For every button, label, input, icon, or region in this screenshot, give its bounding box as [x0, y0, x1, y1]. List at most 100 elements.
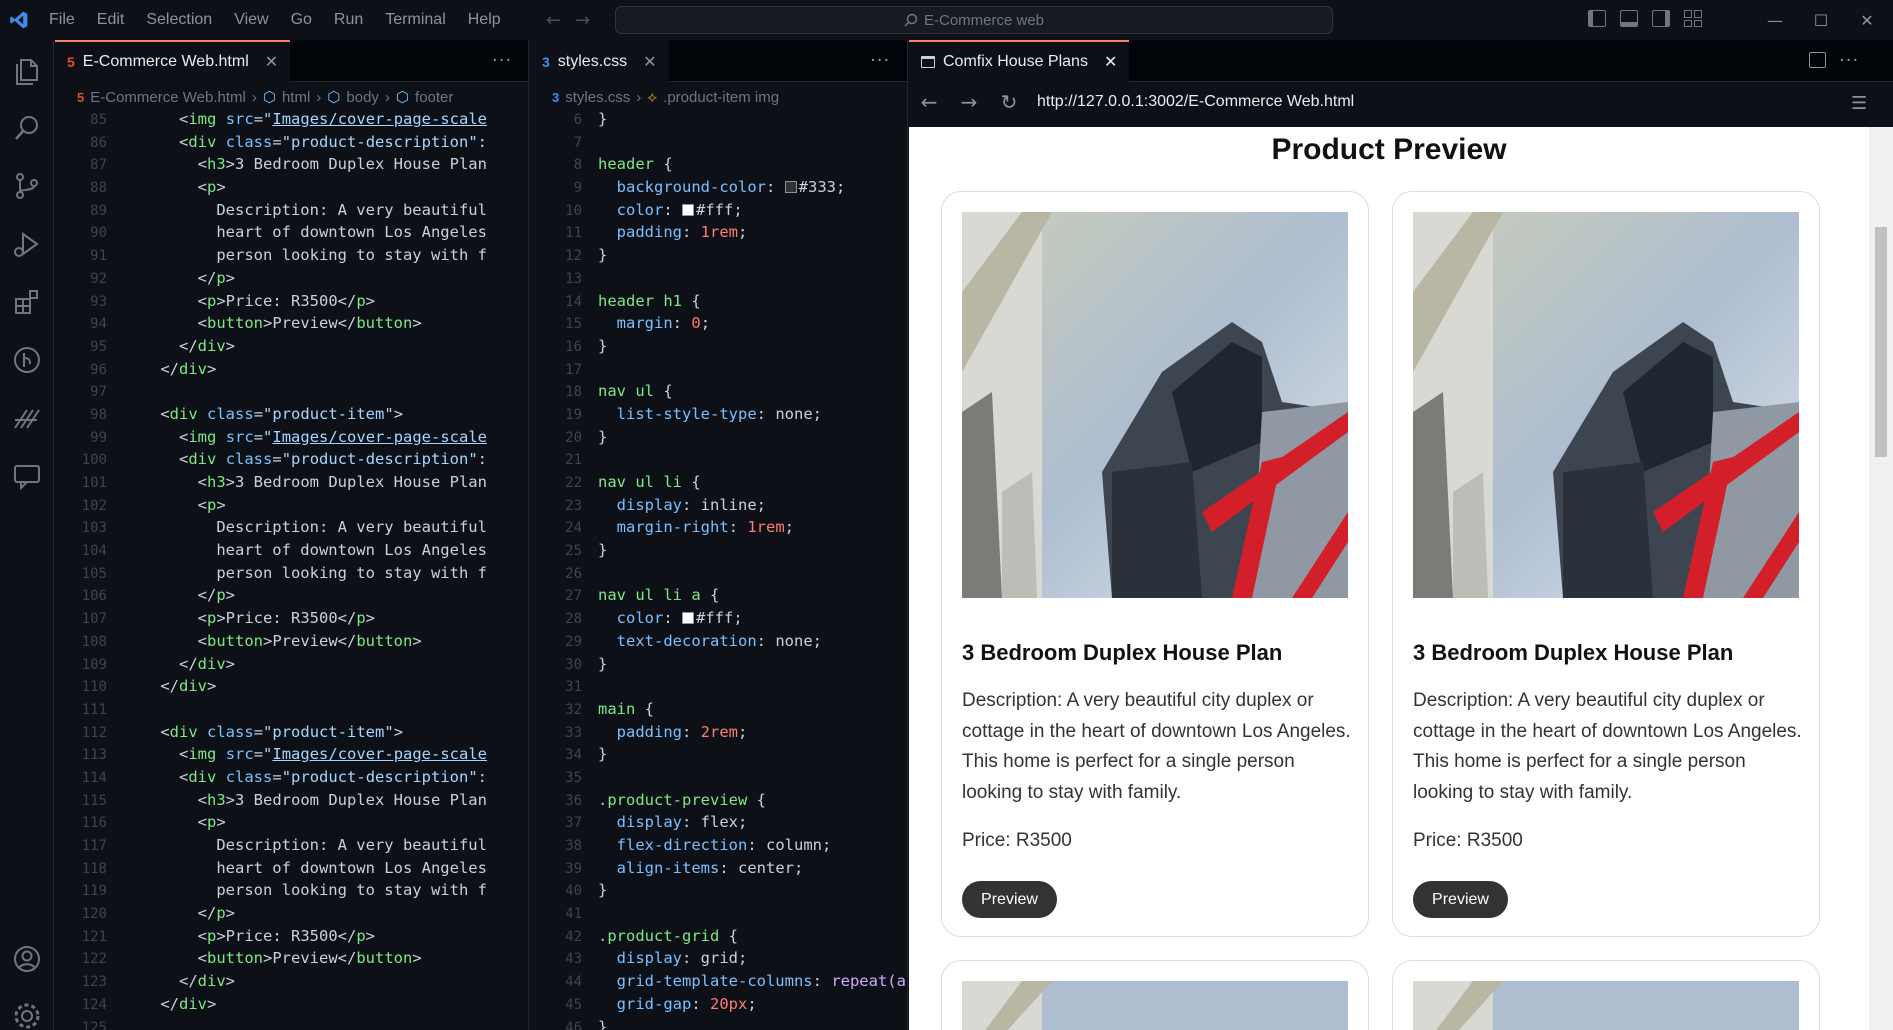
browser-back-icon[interactable]: ← — [909, 90, 949, 114]
line-number: 17 — [565, 361, 582, 378]
menu-file[interactable]: File — [38, 0, 86, 40]
git-graph-icon[interactable] — [11, 344, 43, 376]
menu-selection[interactable]: Selection — [135, 0, 223, 40]
source-control-icon[interactable] — [11, 170, 43, 202]
selector-icon: ⟡ — [647, 88, 658, 106]
breadcrumb-html[interactable]: html — [282, 89, 310, 106]
editor-tabs: Comfix House Plans ✕ ··· — [909, 40, 1893, 82]
browser-forward-icon[interactable]: → — [949, 90, 989, 114]
code-line: 116 <p> — [55, 811, 528, 834]
line-text: color: #fff; — [616, 200, 743, 219]
code-line: 37 display: flex; — [530, 811, 907, 834]
menu-run[interactable]: Run — [323, 0, 374, 40]
preview-button[interactable]: Preview — [1413, 881, 1508, 918]
close-tab-icon[interactable]: ✕ — [1104, 52, 1117, 72]
minimize-icon[interactable]: — — [1752, 11, 1798, 30]
account-icon[interactable] — [11, 943, 43, 975]
code-line: 91 person looking to stay with f — [55, 244, 528, 267]
forward-arrow-icon[interactable]: → — [575, 10, 590, 31]
toggle-panel-icon[interactable] — [1620, 10, 1638, 27]
element-icon: ⬡ — [327, 89, 341, 106]
code-line: 26 — [530, 562, 907, 585]
line-number: 42 — [565, 928, 582, 945]
code-line: 28 color: #fff; — [530, 607, 907, 630]
browser-viewport[interactable]: Product Preview 3 Bedroom Duplex House P… — [909, 127, 1869, 1030]
line-number: 46 — [565, 1019, 582, 1030]
tab-styles-css[interactable]: 3 styles.css ✕ — [530, 40, 669, 82]
code-line: 113 <img src="Images/cover-page-scale — [55, 743, 528, 766]
line-text: </div> — [179, 654, 236, 673]
line-number: 123 — [81, 974, 107, 991]
extensions-icon[interactable] — [11, 286, 43, 318]
line-text: Description: A very beautiful — [123, 836, 487, 854]
code-line: 10 color: #fff; — [530, 199, 907, 222]
browser-reload-icon[interactable]: ↻ — [989, 90, 1029, 114]
code-editor-html[interactable]: 85 <img src="Images/cover-page-scale 86 <… — [55, 108, 528, 1030]
split-editor-icon[interactable] — [1809, 52, 1826, 68]
tab-label: E-Commerce Web.html — [82, 53, 249, 70]
remote-explorer-icon[interactable] — [11, 460, 43, 492]
breadcrumb-file[interactable]: styles.css — [565, 89, 630, 106]
testing-icon[interactable] — [11, 402, 43, 434]
css-file-icon: 3 — [542, 54, 550, 70]
explorer-icon[interactable] — [11, 54, 43, 86]
css-file-icon: 3 — [552, 89, 560, 105]
url-field[interactable]: http://127.0.0.1:3002/E-Commerce Web.htm… — [1037, 93, 1354, 111]
line-text: </div> — [160, 359, 217, 378]
more-actions-icon[interactable]: ··· — [1839, 50, 1859, 71]
line-text: <div class="product-description": — [179, 767, 488, 786]
back-arrow-icon[interactable]: ← — [546, 10, 561, 31]
line-number: 18 — [565, 384, 582, 401]
close-tab-icon[interactable]: ✕ — [643, 52, 656, 72]
menu-go[interactable]: Go — [280, 0, 323, 40]
line-number: 29 — [565, 633, 582, 650]
more-actions-icon[interactable]: ··· — [870, 50, 890, 71]
breadcrumb-file[interactable]: E-Commerce Web.html — [90, 89, 246, 106]
search-icon — [904, 13, 918, 27]
product-card: 3 Bedroom Duplex House Plan Description:… — [1392, 191, 1820, 937]
menu-view[interactable]: View — [223, 0, 279, 40]
code-line: 92 </p> — [55, 267, 528, 290]
menu-terminal[interactable]: Terminal — [374, 0, 456, 40]
line-number: 116 — [81, 815, 107, 832]
customize-layout-icon[interactable] — [1684, 10, 1702, 27]
menu-help[interactable]: Help — [457, 0, 512, 40]
close-tab-icon[interactable]: ✕ — [265, 52, 278, 72]
command-center-search[interactable]: E-Commerce web — [615, 6, 1333, 34]
maximize-icon[interactable]: ☐ — [1798, 11, 1844, 30]
editor-tabs: 3 styles.css ✕ ··· — [530, 40, 907, 82]
line-number: 106 — [81, 588, 107, 605]
code-editor-css[interactable]: 6} 7 8 header {9 background-color: #333; 10 … — [530, 108, 907, 1030]
browser-menu-icon[interactable]: ☰ — [1851, 93, 1867, 114]
settings-gear-icon[interactable] — [11, 1000, 43, 1030]
toggle-sidebar-icon[interactable] — [1588, 10, 1606, 27]
line-text: <div class="product-item"> — [160, 722, 404, 741]
code-line: 40} — [530, 879, 907, 902]
close-window-icon[interactable]: ✕ — [1844, 11, 1890, 30]
menu-edit[interactable]: Edit — [86, 0, 136, 40]
line-text: <img src="Images/cover-page-scale — [179, 110, 488, 128]
line-number: 23 — [565, 497, 582, 514]
preview-button[interactable]: Preview — [962, 881, 1057, 918]
breadcrumb-selector[interactable]: .product-item img — [663, 89, 779, 106]
line-number: 108 — [81, 633, 107, 650]
search-icon[interactable] — [11, 112, 43, 144]
product-description: Description: A very beautiful city duple… — [962, 690, 1351, 803]
line-number: 31 — [565, 679, 582, 696]
product-card — [1392, 960, 1820, 1030]
scrollbar-thumb[interactable] — [1875, 227, 1887, 457]
more-actions-icon[interactable]: ··· — [492, 50, 512, 71]
line-text: </p> — [197, 268, 236, 287]
toggle-secondary-sidebar-icon[interactable] — [1652, 10, 1670, 27]
run-debug-icon[interactable] — [11, 228, 43, 260]
line-text: <p>Price: R3500</p> — [197, 926, 376, 945]
code-line: 94 <button>Preview</button> — [55, 312, 528, 335]
line-number: 115 — [81, 792, 107, 809]
code-line: 120 </p> — [55, 902, 528, 925]
tab-ecommerce-html[interactable]: 5 E-Commerce Web.html ✕ — [55, 40, 291, 82]
tab-browser-preview[interactable]: Comfix House Plans ✕ — [909, 40, 1130, 82]
breadcrumb-footer[interactable]: footer — [415, 89, 453, 106]
code-line: 104 heart of downtown Los Angeles — [55, 539, 528, 562]
breadcrumb-body[interactable]: body — [346, 89, 379, 106]
page-scrollbar[interactable] — [1869, 127, 1893, 1030]
